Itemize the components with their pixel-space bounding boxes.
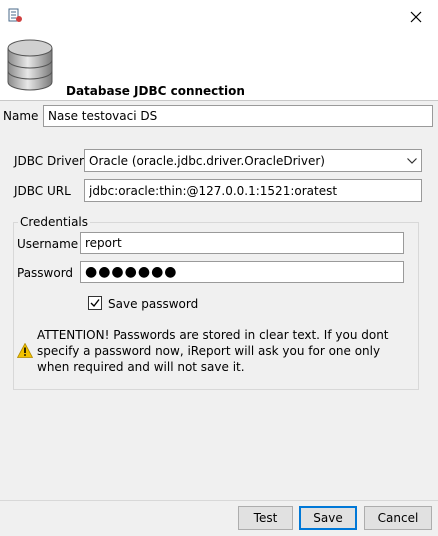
password-mask: ●●●●●●● [85,264,178,280]
save-password-checkbox[interactable] [88,296,102,310]
dialog-header: Database JDBC connection [0,32,438,100]
cancel-button[interactable]: Cancel [364,506,432,530]
chevron-down-icon [403,150,421,171]
footer-divider [0,500,438,501]
dialog-title: Database JDBC connection [66,84,245,98]
jdbc-driver-label: JDBC Driver [14,154,84,168]
jdbc-url-label: JDBC URL [14,184,71,198]
database-icon [7,39,53,91]
title-bar [0,0,438,32]
name-input[interactable] [43,105,433,127]
password-warning-text: ATTENTION! Passwords are stored in clear… [37,328,389,374]
close-button[interactable] [398,4,434,30]
username-label: Username [17,237,79,251]
save-button[interactable]: Save [299,506,357,530]
name-label: Name [3,109,39,123]
credentials-legend: Credentials [18,215,91,229]
jdbc-url-input[interactable] [84,179,422,202]
app-icon [8,8,22,22]
jdbc-driver-value: Oracle (oracle.jdbc.driver.OracleDriver) [89,153,325,168]
password-label: Password [17,266,74,280]
password-input[interactable]: ●●●●●●● [80,261,404,283]
test-button[interactable]: Test [238,506,293,530]
warning-icon [17,343,33,358]
close-icon [410,11,422,23]
jdbc-driver-select[interactable]: Oracle (oracle.jdbc.driver.OracleDriver) [84,149,422,172]
username-input[interactable] [80,232,404,254]
save-password-label[interactable]: Save password [108,297,198,311]
header-divider [0,100,438,101]
checkmark-icon [90,299,100,308]
